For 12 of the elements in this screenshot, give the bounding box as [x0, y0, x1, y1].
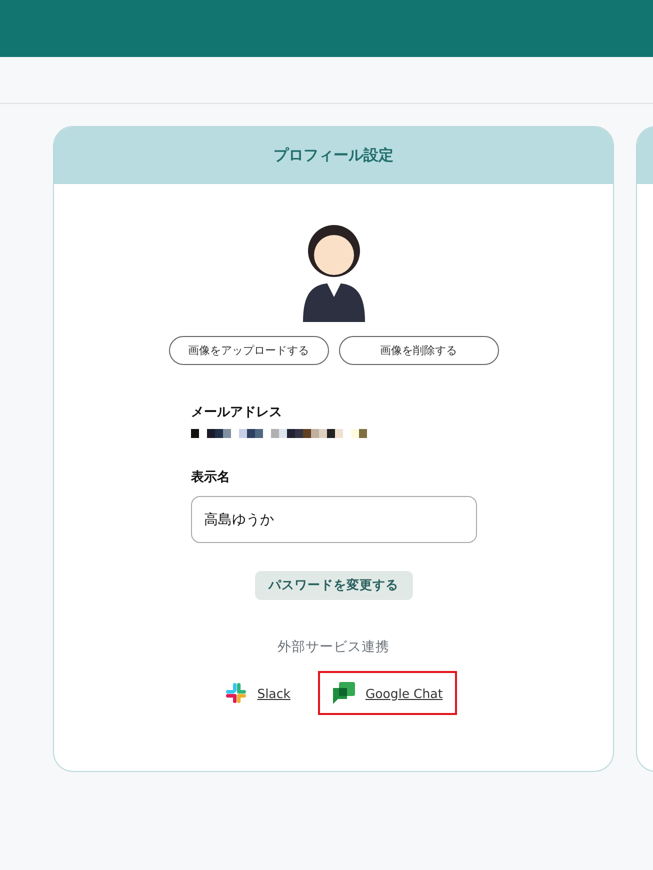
section-heading: 外部サービス連携: [278, 638, 390, 656]
image-button[interactable]: 画像をアップロードする: [168, 336, 328, 365]
chat-bubbles-icon: [332, 681, 356, 705]
email-label: メールアドレス: [191, 404, 283, 421]
display-name-field[interactable]: 高島ゆうか: [191, 496, 477, 543]
card-title: プロフィール設定: [274, 146, 394, 165]
image-button[interactable]: 画像を削除する: [338, 336, 498, 365]
display-name-label: 表示名: [191, 469, 231, 486]
service-link[interactable]: Google Chat: [318, 671, 457, 715]
service-link[interactable]: Slack: [210, 671, 304, 715]
slack-icon: [224, 681, 248, 705]
change-password-button[interactable]: パスワードを変更する: [254, 571, 412, 600]
